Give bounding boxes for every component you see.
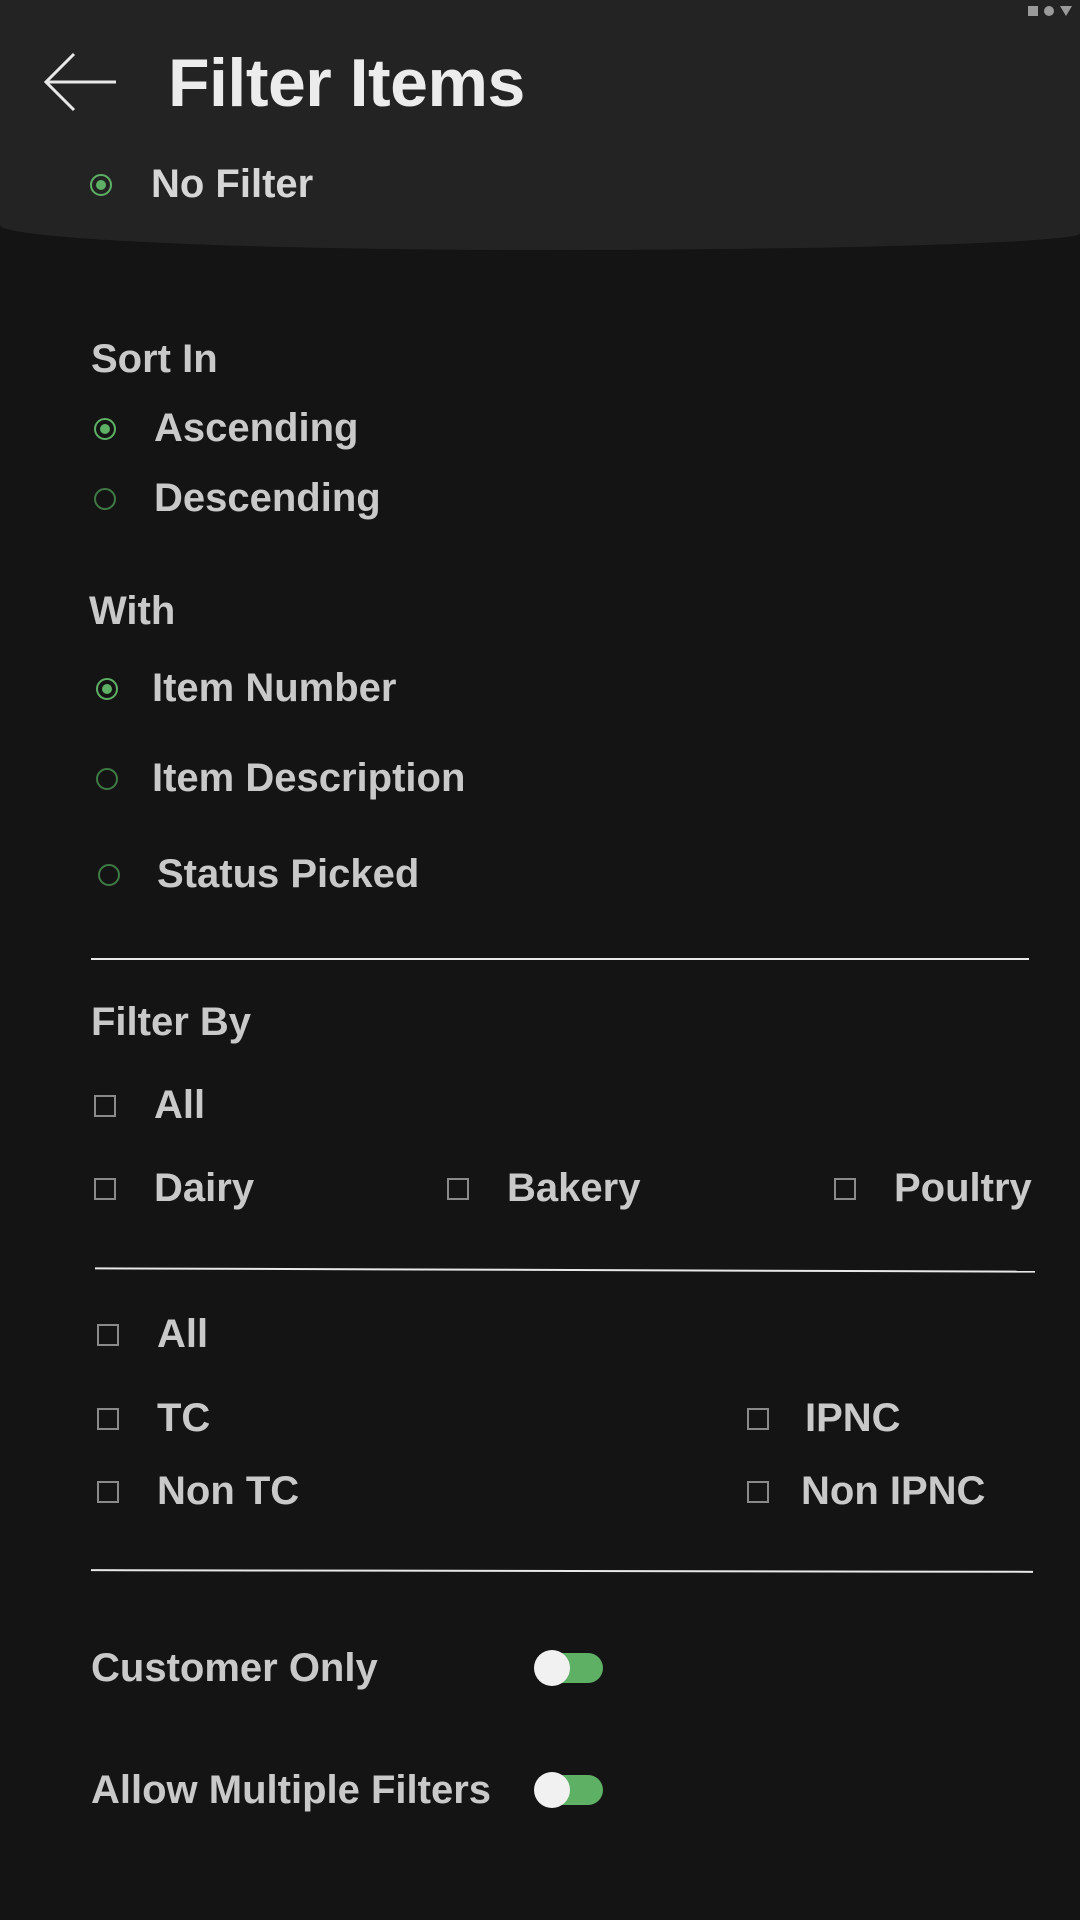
no-filter-label: No Filter [151, 162, 314, 206]
divider [90, 1569, 1034, 1573]
item-number-label: Item Number [152, 666, 397, 710]
no-filter-radio[interactable] [90, 173, 112, 196]
sort-descending-option[interactable]: Descending [94, 476, 381, 521]
tc-checkbox[interactable] [97, 1407, 119, 1430]
status-bar-icons [1028, 6, 1072, 16]
non-tc-label: Non TC [157, 1469, 300, 1513]
non-ipnc-checkbox[interactable] [747, 1480, 769, 1503]
ipnc-label: IPNC [805, 1396, 901, 1440]
non-ipnc-label: Non IPNC [801, 1469, 986, 1513]
with-heading: With [89, 589, 176, 633]
status-picked-label: Status Picked [157, 852, 420, 896]
filter-by-heading: Filter By [91, 1000, 252, 1044]
ascending-radio[interactable] [94, 417, 116, 440]
sort-ascending-option[interactable]: Ascending [94, 406, 358, 451]
allow-multiple-filters-label: Allow Multiple Filters [91, 1768, 492, 1812]
filter-non-tc-option[interactable]: Non TC [97, 1469, 299, 1514]
toggle-knob [534, 1772, 570, 1808]
toggle-knob [534, 1650, 570, 1686]
app-header: Filter Items No Filter [0, 0, 1080, 250]
bakery-checkbox[interactable] [447, 1177, 469, 1200]
filter-poultry-option[interactable]: Poultry [834, 1166, 1032, 1211]
square-icon [1028, 6, 1038, 16]
filter2-all-label: All [157, 1312, 209, 1356]
filter-all-checkbox[interactable] [94, 1094, 116, 1117]
sort-in-heading: Sort In [91, 337, 218, 381]
item-number-radio[interactable] [96, 677, 118, 700]
with-status-picked-option[interactable]: Status Picked [98, 852, 419, 897]
filter-non-ipnc-option[interactable]: Non IPNC [747, 1469, 985, 1514]
divider [91, 958, 1029, 960]
filter-all-label: All [154, 1083, 206, 1127]
filter2-all-option[interactable]: All [97, 1312, 208, 1357]
poultry-label: Poultry [894, 1166, 1032, 1210]
allow-multiple-filters-toggle[interactable] [534, 1772, 603, 1808]
triangle-icon [1060, 6, 1072, 16]
no-filter-option[interactable]: No Filter [90, 162, 313, 207]
bakery-label: Bakery [507, 1166, 641, 1210]
poultry-checkbox[interactable] [834, 1177, 856, 1200]
customer-only-label: Customer Only [91, 1646, 378, 1690]
dairy-label: Dairy [154, 1166, 255, 1210]
back-arrow-icon [43, 52, 116, 112]
with-item-number-option[interactable]: Item Number [96, 666, 397, 711]
customer-only-toggle[interactable] [534, 1650, 603, 1686]
filter-all-option[interactable]: All [94, 1083, 205, 1128]
status-picked-radio[interactable] [98, 863, 120, 886]
divider [94, 1267, 1036, 1273]
filter-bakery-option[interactable]: Bakery [447, 1166, 640, 1211]
ascending-label: Ascending [154, 406, 359, 450]
descending-radio[interactable] [94, 487, 116, 510]
tc-label: TC [157, 1396, 211, 1440]
non-tc-checkbox[interactable] [97, 1480, 119, 1503]
filter2-all-checkbox[interactable] [97, 1323, 119, 1346]
filter-ipnc-option[interactable]: IPNC [747, 1396, 901, 1441]
filter-tc-option[interactable]: TC [97, 1396, 210, 1441]
dot-icon [1044, 6, 1054, 16]
item-description-label: Item Description [152, 756, 466, 800]
filter-dairy-option[interactable]: Dairy [94, 1166, 254, 1211]
with-item-description-option[interactable]: Item Description [96, 756, 465, 801]
item-description-radio[interactable] [96, 767, 118, 790]
ipnc-checkbox[interactable] [747, 1407, 769, 1430]
dairy-checkbox[interactable] [94, 1177, 116, 1200]
back-button[interactable] [43, 52, 120, 112]
descending-label: Descending [154, 476, 381, 520]
page-title: Filter Items [168, 45, 525, 121]
